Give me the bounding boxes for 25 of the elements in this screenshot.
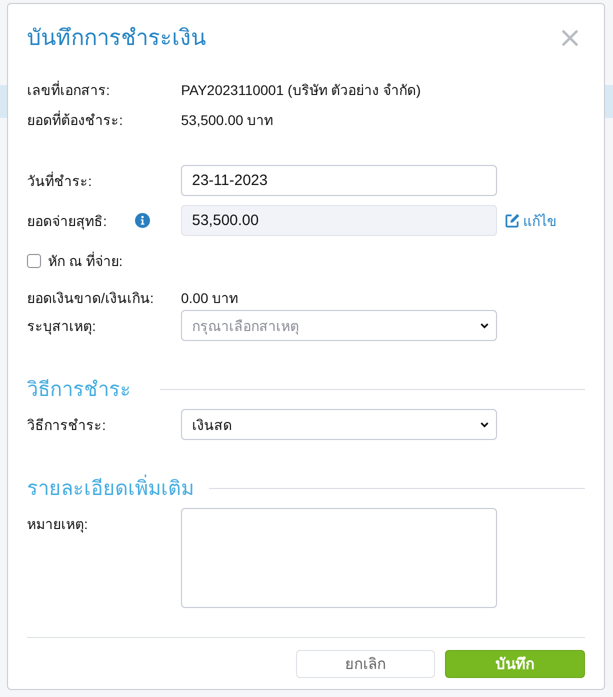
section-heading: วิธีการชำระ [27, 378, 132, 403]
chevron-down-icon [480, 322, 489, 328]
edit-icon [505, 213, 520, 228]
select-field[interactable]: กรุณาเลือกสาเหตุ [181, 310, 497, 341]
field-value: 53,500.00 บาท [181, 111, 274, 130]
input-field[interactable]: 23-11-2023 [181, 165, 497, 196]
notes-field[interactable] [181, 508, 497, 608]
field-label: ระบุสาเหตุ: [27, 316, 96, 336]
checkbox-label: หัก ณ ที่จ่าย: [48, 250, 123, 270]
field-label: ยอดจ่ายสุทธิ: [27, 212, 107, 232]
close-icon[interactable] [562, 30, 578, 46]
field-value: PAY2023110001 (บริษัท ตัวอย่าง จำกัด) [181, 81, 421, 100]
field-label: ยอดที่ต้องชำระ: [27, 110, 124, 130]
field-label: วิธีการชำระ: [27, 416, 106, 434]
checkbox[interactable] [27, 254, 41, 268]
field-label: ยอดเงินขาด/เงินเกิน: [27, 289, 154, 308]
field-label: วันที่ชำระ: [27, 170, 92, 190]
field-label: หมายเหตุ: [27, 515, 88, 535]
field-label: เลขที่เอกสาร: [27, 80, 111, 100]
select-field[interactable]: เงินสด [181, 409, 497, 440]
cancel-button[interactable]: ยกเลิก [296, 650, 435, 678]
section-heading: รายละเอียดเพิ่มเติม [27, 472, 194, 504]
field-value: 0.00 บาท [181, 289, 238, 308]
dialog-title: บันทึกการชำระเงิน [27, 24, 206, 52]
chevron-down-icon [480, 422, 489, 428]
